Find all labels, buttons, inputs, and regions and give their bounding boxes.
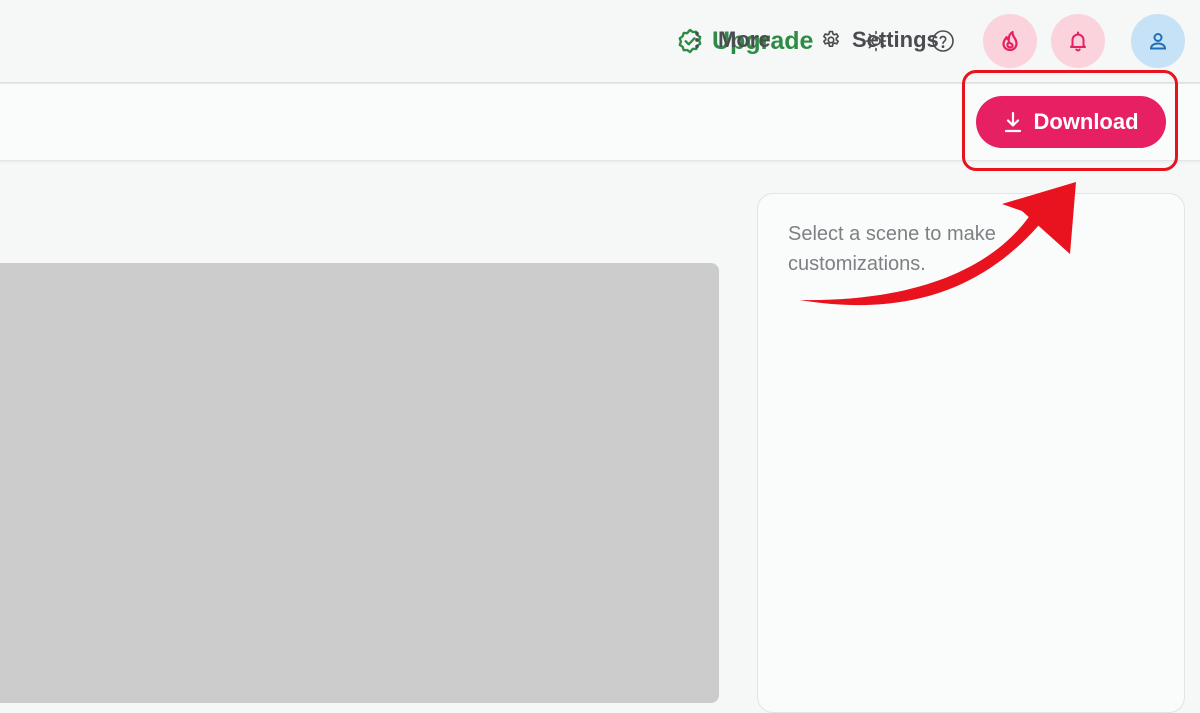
settings-button[interactable]: Settings bbox=[820, 24, 939, 56]
annotation-highlight-box bbox=[962, 70, 1178, 171]
bell-icon bbox=[1070, 31, 1086, 52]
gear-icon bbox=[823, 30, 839, 48]
flame-icon bbox=[1002, 30, 1018, 52]
more-menu-button[interactable]: More bbox=[686, 24, 771, 56]
customization-panel: Select a scene to make customizations. bbox=[757, 193, 1185, 713]
settings-label: Settings bbox=[852, 27, 939, 52]
vertical-dots-icon bbox=[695, 31, 699, 49]
notifications-button[interactable] bbox=[1051, 14, 1105, 68]
more-label: More bbox=[718, 27, 771, 52]
account-button[interactable] bbox=[1131, 14, 1185, 68]
scene-canvas[interactable] bbox=[0, 263, 719, 703]
user-icon bbox=[1149, 33, 1167, 50]
streak-button[interactable] bbox=[983, 14, 1037, 68]
panel-hint-text: Select a scene to make customizations. bbox=[788, 223, 996, 275]
